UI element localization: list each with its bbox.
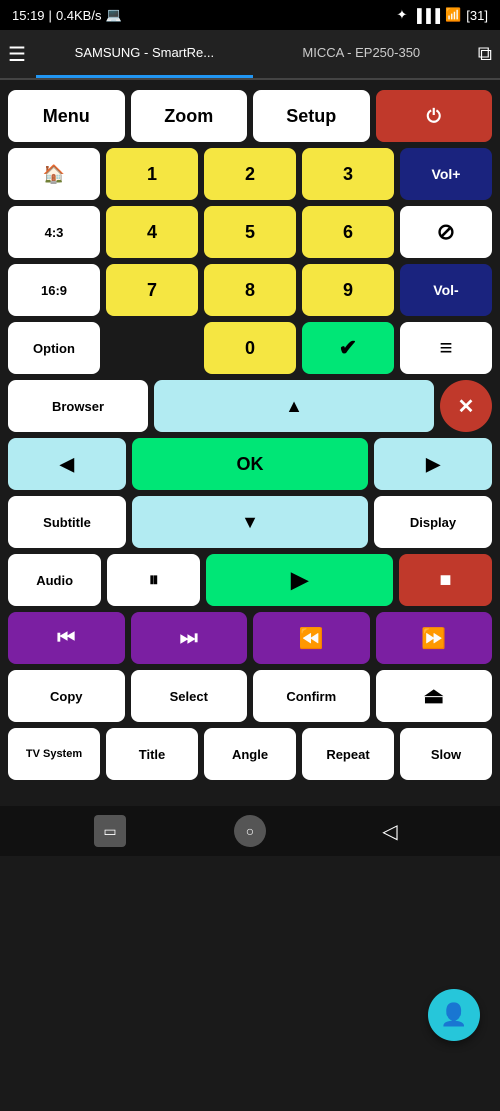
row-3: 4:3 4 5 6 ⊘ xyxy=(8,206,492,258)
play-button[interactable]: ▶ xyxy=(206,554,392,606)
row-9: Audio ⏸ ▶ ■ xyxy=(8,554,492,606)
display-button[interactable]: Display xyxy=(374,496,492,548)
fab-contact-button[interactable]: 👤 xyxy=(428,989,480,1041)
ok-button[interactable]: OK xyxy=(132,438,368,490)
slow-button[interactable]: Slow xyxy=(400,728,492,780)
row-6: Browser ▲ ✕ xyxy=(8,380,492,432)
pause-button[interactable]: ⏸ xyxy=(107,554,200,606)
row-8: Subtitle ▼ Display xyxy=(8,496,492,548)
num8-button[interactable]: 8 xyxy=(204,264,296,316)
status-bar: 15:19 | 0.4KB/s 💻 ✦ ▐▐▐ 📶 [31] xyxy=(0,0,500,30)
zoom-button[interactable]: Zoom xyxy=(131,90,248,142)
subtitle-button[interactable]: Subtitle xyxy=(8,496,126,548)
block-button[interactable]: ⊘ xyxy=(400,206,492,258)
audio-button[interactable]: Audio xyxy=(8,554,101,606)
home-button[interactable]: 🏠 xyxy=(8,148,100,200)
copy-icon[interactable]: ⧉ xyxy=(478,43,492,66)
tab-micca[interactable]: MICCA - EP250-350 xyxy=(253,30,470,78)
skip-back-button[interactable]: ⏮ xyxy=(8,612,125,664)
bluetooth-icon: ✦ xyxy=(397,7,408,23)
skip-fwd-button[interactable]: ⏭ xyxy=(131,612,248,664)
row-11: Copy Select Confirm ⏏ xyxy=(8,670,492,722)
spacer-1 xyxy=(106,322,198,374)
row-1: Menu Zoom Setup ⏻ xyxy=(8,90,492,142)
repeat-button[interactable]: Repeat xyxy=(302,728,394,780)
vol-minus-button[interactable]: Vol- xyxy=(400,264,492,316)
back-nav-button[interactable]: ◁ xyxy=(374,815,406,847)
home-nav-button[interactable]: ▭ xyxy=(94,815,126,847)
stop-button[interactable]: ■ xyxy=(399,554,492,606)
row-7: ◀ OK ▶ xyxy=(8,438,492,490)
arrow-up-button[interactable]: ▲ xyxy=(154,380,434,432)
num7-button[interactable]: 7 xyxy=(106,264,198,316)
check-button[interactable]: ✔ xyxy=(302,322,394,374)
list-button[interactable]: ≡ xyxy=(400,322,492,374)
num9-button[interactable]: 9 xyxy=(302,264,394,316)
num5-button[interactable]: 5 xyxy=(204,206,296,258)
num0-button[interactable]: 0 xyxy=(204,322,296,374)
status-time: 15:19 xyxy=(12,8,45,23)
fast-fwd-button[interactable]: ⏩ xyxy=(376,612,493,664)
ratio169-button[interactable]: 16:9 xyxy=(8,264,100,316)
battery-icon: [31] xyxy=(466,8,488,23)
power-button[interactable]: ⏻ xyxy=(376,90,493,142)
close-button[interactable]: ✕ xyxy=(440,380,492,432)
hamburger-icon[interactable]: ☰ xyxy=(8,42,26,67)
arrow-left-button[interactable]: ◀ xyxy=(8,438,126,490)
remote-control: Menu Zoom Setup ⏻ 🏠 1 2 3 Vol+ 4:3 4 5 6… xyxy=(0,80,500,796)
arrow-down-button[interactable]: ▼ xyxy=(132,496,368,548)
menu-button[interactable]: Menu xyxy=(8,90,125,142)
vol-plus-button[interactable]: Vol+ xyxy=(400,148,492,200)
num3-button[interactable]: 3 xyxy=(302,148,394,200)
eject-button[interactable]: ⏏ xyxy=(376,670,493,722)
num2-button[interactable]: 2 xyxy=(204,148,296,200)
ratio43-button[interactable]: 4:3 xyxy=(8,206,100,258)
wifi-icon: 📶 xyxy=(445,7,461,23)
num1-button[interactable]: 1 xyxy=(106,148,198,200)
bottom-nav: ▭ ○ ◁ xyxy=(0,806,500,856)
signal-icon: ▐▐▐ xyxy=(412,8,440,23)
row-4: 16:9 7 8 9 Vol- xyxy=(8,264,492,316)
arrow-right-button[interactable]: ▶ xyxy=(374,438,492,490)
select-button[interactable]: Select xyxy=(131,670,248,722)
status-data: | xyxy=(49,8,52,23)
copy-button[interactable]: Copy xyxy=(8,670,125,722)
num6-button[interactable]: 6 xyxy=(302,206,394,258)
row-5: Option 0 ✔ ≡ xyxy=(8,322,492,374)
row-10: ⏮ ⏭ ⏪ ⏩ xyxy=(8,612,492,664)
setup-button[interactable]: Setup xyxy=(253,90,370,142)
top-nav: ☰ SAMSUNG - SmartRe... MICCA - EP250-350… xyxy=(0,30,500,80)
row-2: 🏠 1 2 3 Vol+ xyxy=(8,148,492,200)
num4-button[interactable]: 4 xyxy=(106,206,198,258)
rewind-button[interactable]: ⏪ xyxy=(253,612,370,664)
row-12: TV System Title Angle Repeat Slow xyxy=(8,728,492,780)
angle-button[interactable]: Angle xyxy=(204,728,296,780)
status-data-rate: 0.4KB/s xyxy=(56,8,102,23)
tab-samsung[interactable]: SAMSUNG - SmartRe... xyxy=(36,30,253,78)
circle-nav-button[interactable]: ○ xyxy=(234,815,266,847)
option-button[interactable]: Option xyxy=(8,322,100,374)
confirm-button[interactable]: Confirm xyxy=(253,670,370,722)
title-button[interactable]: Title xyxy=(106,728,198,780)
phone-icon: 💻 xyxy=(105,7,121,23)
tv-system-button[interactable]: TV System xyxy=(8,728,100,780)
browser-button[interactable]: Browser xyxy=(8,380,148,432)
